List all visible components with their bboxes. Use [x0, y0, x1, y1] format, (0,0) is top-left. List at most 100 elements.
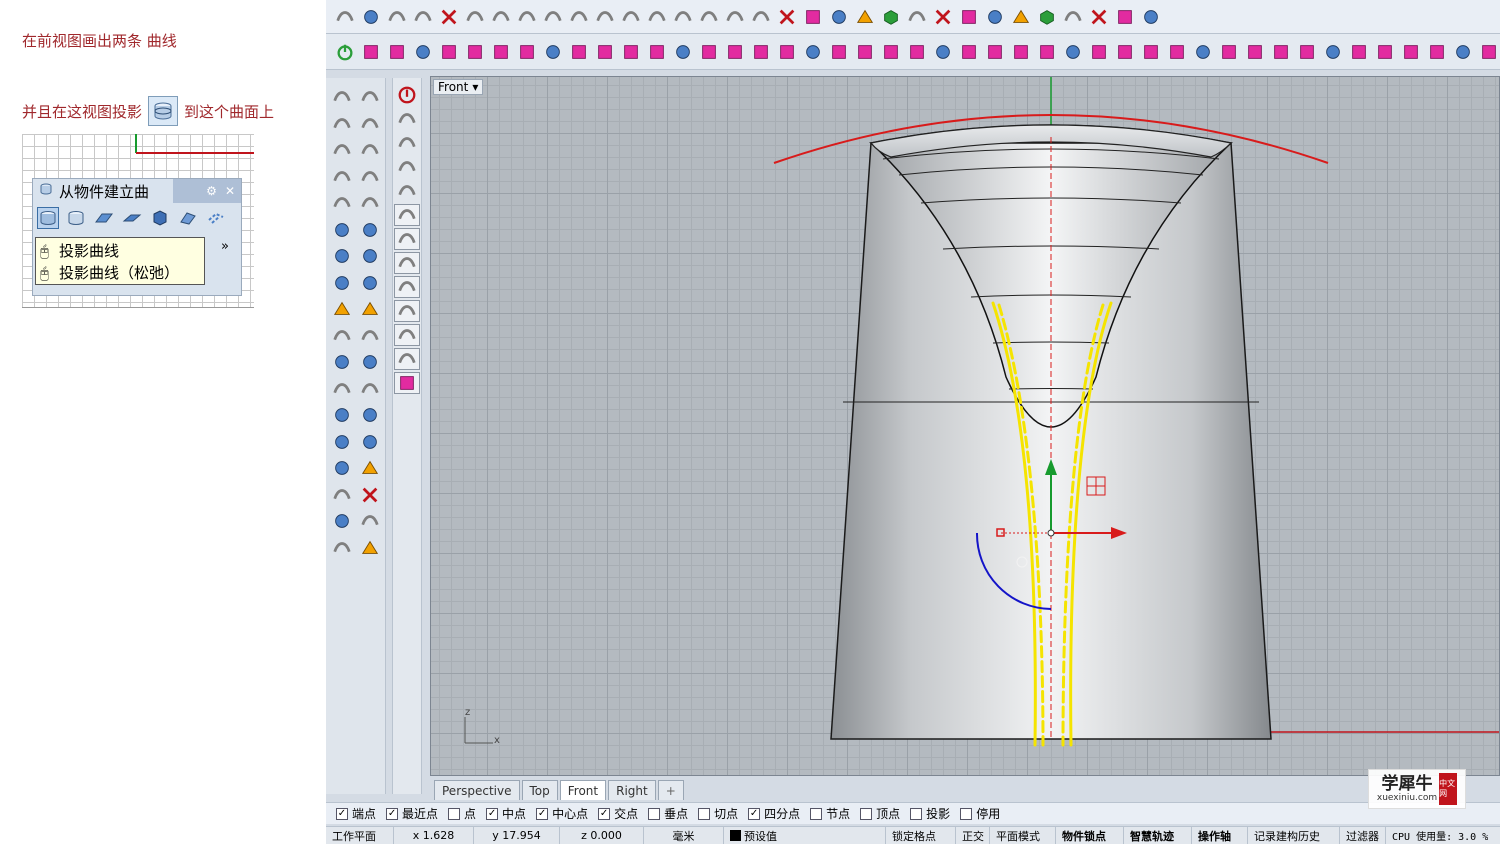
osnap-checkbox[interactable]: ✓ — [336, 807, 348, 820]
tab-front[interactable]: Front — [559, 780, 607, 800]
array-tool-icon[interactable] — [329, 429, 355, 456]
rectangle-icon[interactable] — [357, 164, 383, 191]
curve-icon[interactable] — [412, 41, 434, 63]
material-tool-icon[interactable] — [357, 535, 383, 562]
viewport-layout-icon[interactable] — [750, 6, 772, 28]
units[interactable]: 毫米 — [644, 826, 724, 844]
color-icon[interactable] — [958, 6, 980, 28]
osnap-checkbox[interactable] — [648, 807, 661, 820]
trim-icon[interactable] — [724, 41, 746, 63]
taper-icon[interactable] — [1114, 41, 1136, 63]
chevron-down-icon[interactable]: ▾ — [472, 80, 478, 94]
osnap-item[interactable]: 切点 — [698, 805, 738, 822]
gear-icon[interactable]: ⚙ — [206, 184, 217, 198]
curve-fillet-icon[interactable] — [329, 376, 355, 403]
car-icon[interactable] — [776, 6, 798, 28]
print-icon[interactable] — [412, 6, 434, 28]
filter-button[interactable]: 过滤器 — [1340, 826, 1386, 844]
osnap-checkbox[interactable] — [860, 807, 873, 820]
silhouette-icon[interactable] — [1348, 41, 1370, 63]
undo-icon[interactable] — [542, 6, 564, 28]
copy-icon[interactable] — [490, 6, 512, 28]
tool-a-icon[interactable] — [394, 300, 420, 322]
light-icon[interactable] — [880, 6, 902, 28]
osnap-toggle[interactable]: 物件锁点 — [1056, 826, 1124, 844]
split-icon[interactable] — [698, 41, 720, 63]
tools-icon[interactable] — [1114, 6, 1136, 28]
solid-edit-icon[interactable] — [329, 455, 355, 482]
planar-toggle[interactable]: 平面模式 — [990, 826, 1056, 844]
twist-icon[interactable] — [1062, 41, 1084, 63]
rotate-view-icon[interactable] — [594, 6, 616, 28]
new-icon[interactable] — [334, 6, 356, 28]
osnap-item[interactable]: 节点 — [810, 805, 850, 822]
dimension-icon[interactable] — [1452, 41, 1474, 63]
render-icon[interactable] — [1010, 6, 1032, 28]
cube-view-2-icon[interactable] — [394, 228, 420, 250]
polyline-icon[interactable] — [329, 111, 355, 138]
contour-icon[interactable] — [1400, 41, 1422, 63]
array-icon[interactable] — [1166, 41, 1188, 63]
osnap-item[interactable]: 点 — [448, 805, 476, 822]
current-layer[interactable]: 预设值 — [724, 826, 886, 844]
cut-icon[interactable] — [464, 6, 486, 28]
gear-plugin-icon[interactable] — [394, 372, 420, 394]
project-icon[interactable] — [1296, 41, 1318, 63]
axis-tool-icon[interactable] — [394, 108, 420, 130]
osnap-item[interactable]: 垂点 — [648, 805, 688, 822]
duplicate-border-button[interactable] — [121, 207, 143, 229]
extrude-icon[interactable] — [438, 41, 460, 63]
grid-snap-toggle[interactable]: 锁定格点 — [886, 826, 956, 844]
osnap-item[interactable]: 投影 — [910, 805, 950, 822]
open-icon[interactable] — [360, 6, 382, 28]
boolean-diff-icon[interactable] — [880, 41, 902, 63]
pull-icon[interactable] — [1322, 41, 1344, 63]
import-icon[interactable] — [438, 6, 460, 28]
save-icon[interactable] — [386, 6, 408, 28]
properties-icon[interactable] — [828, 6, 850, 28]
tool-c-icon[interactable] — [394, 348, 420, 370]
pull-curve-button[interactable] — [65, 207, 87, 229]
osnap-checkbox[interactable]: ✓ — [748, 807, 761, 820]
viewport-title[interactable]: Front ▾ — [433, 79, 484, 95]
transform-move-icon[interactable] — [329, 323, 355, 350]
osnap-item[interactable]: ✓ 中点 — [486, 805, 526, 822]
osnap-item[interactable]: ✓ 交点 — [598, 805, 638, 822]
lock-icon[interactable] — [906, 6, 928, 28]
unroll-icon[interactable] — [1010, 41, 1032, 63]
osnap-checkbox[interactable] — [810, 807, 823, 820]
osnap-checkbox[interactable]: ✓ — [386, 807, 399, 820]
render-tool-icon[interactable] — [329, 535, 355, 562]
boolean-split-icon[interactable] — [906, 41, 928, 63]
select-icon[interactable] — [329, 84, 355, 111]
add-viewport-tab[interactable]: + — [657, 780, 684, 800]
osnap-item[interactable]: 停用 — [960, 805, 1000, 822]
align-tool-icon[interactable] — [357, 429, 383, 456]
smarttrack-toggle[interactable]: 智慧轨迹 — [1124, 826, 1192, 844]
cube-view-1-icon[interactable] — [394, 204, 420, 226]
globe-icon[interactable] — [394, 132, 420, 154]
box-solid-icon[interactable] — [329, 243, 355, 270]
duplicate-face-border-button[interactable] — [149, 207, 171, 229]
polygon-icon[interactable] — [329, 190, 355, 217]
flow-icon[interactable] — [1036, 41, 1058, 63]
shaded-icon[interactable] — [984, 6, 1006, 28]
extract-isocurve-button[interactable] — [177, 207, 199, 229]
boolean-union-icon[interactable] — [854, 41, 876, 63]
boolean-solid-icon[interactable] — [357, 296, 383, 323]
grid-icon[interactable] — [854, 6, 876, 28]
extrude-solid-icon[interactable] — [357, 270, 383, 297]
script-icon[interactable] — [357, 482, 383, 509]
osnap-item[interactable]: ✓ 中心点 — [536, 805, 588, 822]
osnap-item[interactable]: ✓ 端点 — [336, 805, 376, 822]
osnap-item[interactable]: ✓ 最近点 — [386, 805, 438, 822]
sweep-icon[interactable] — [490, 41, 512, 63]
explode-icon[interactable] — [776, 41, 798, 63]
zoom-selected-icon[interactable] — [698, 6, 720, 28]
gizmo-icon[interactable] — [394, 180, 420, 202]
cylinder-solid-icon[interactable] — [329, 270, 355, 297]
text-tool-icon[interactable] — [329, 402, 355, 429]
osnap-item[interactable]: ✓ 四分点 — [748, 805, 800, 822]
intersect-icon[interactable] — [1426, 41, 1448, 63]
tool-b-icon[interactable] — [394, 324, 420, 346]
